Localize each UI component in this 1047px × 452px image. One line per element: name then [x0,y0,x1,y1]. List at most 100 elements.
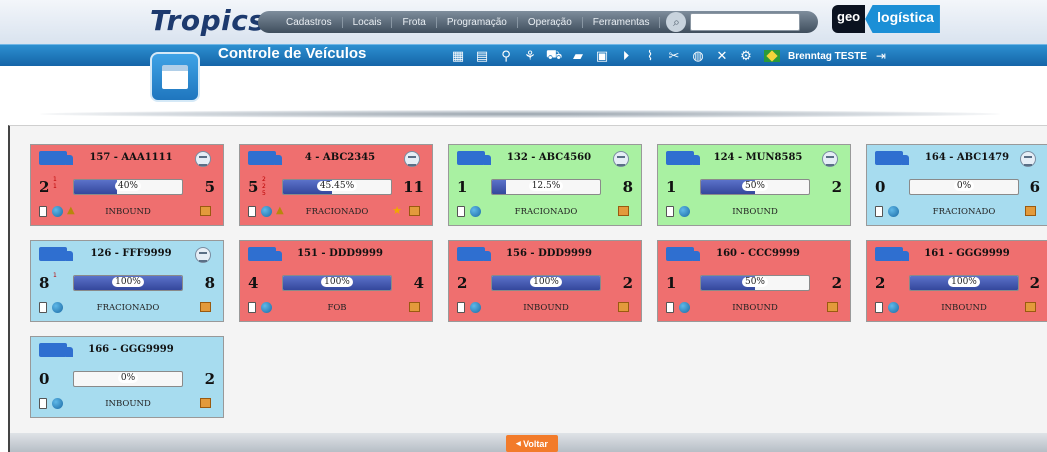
details-icon[interactable] [822,151,838,167]
back-label: Voltar [523,438,548,449]
globe-icon[interactable] [52,302,63,313]
clipboard-icon[interactable] [875,302,883,313]
globe-icon[interactable] [261,302,272,313]
capacity-count: 2 [1029,274,1040,292]
chart-icon[interactable]: ▦ [448,47,468,65]
vehicle-card[interactable]: 157 - AAA1111 2 1 1 40% 5 ▲ INBOUND [30,144,224,226]
star-icon[interactable]: ★ [392,204,402,217]
globe-icon[interactable] [52,206,63,217]
truck-icon [666,247,700,261]
vehicle-card[interactable]: 156 - DDD9999 2 100% 2 INBOUND [448,240,642,322]
box-icon[interactable] [200,302,211,312]
pin-icon[interactable]: ⚲ [496,47,516,65]
loaded-count: 2 [875,274,886,292]
folder-icon[interactable]: ▰ [568,47,588,65]
globe-icon[interactable] [888,206,899,217]
wrench-cross-icon[interactable]: ✕ [712,47,732,65]
box-icon[interactable] [1025,302,1036,312]
details-icon[interactable] [195,247,211,263]
user-name[interactable]: Brenntag TESTE [788,51,867,62]
loaded-count: 5 [248,178,259,196]
menu-item-cadastros[interactable]: Cadastros [276,16,343,28]
vehicle-card[interactable]: 132 - ABC4560 1 12.5% 8 FRACIONADO [448,144,642,226]
menu-item-locais[interactable]: Locais [343,16,393,28]
box-icon[interactable] [200,398,211,408]
logout-icon[interactable]: ⇥ [876,49,886,63]
clipboard-icon[interactable] [457,206,465,217]
search-icon[interactable]: ⌕ [666,12,687,32]
details-icon[interactable] [195,151,211,167]
vehicle-title: 161 - GGG9999 [924,248,1010,259]
details-icon[interactable] [1020,151,1036,167]
details-icon[interactable] [404,151,420,167]
menu-item-programacao[interactable]: Programação [437,16,518,28]
clipboard-icon[interactable] [457,302,465,313]
progress-label: 100% [948,277,980,287]
details-icon[interactable] [613,151,629,167]
globe-icon[interactable] [261,206,272,217]
play-icon[interactable]: ⏵ [616,47,636,65]
flow-icon[interactable]: ⌇ [640,47,660,65]
progress-bar: 100% [73,275,183,291]
menu-item-frota[interactable]: Frota [392,16,437,28]
back-button[interactable]: ◂ Voltar [506,435,558,452]
globe-icon[interactable] [888,302,899,313]
vehicle-card[interactable]: 164 - ABC1479 0 0% 6 FRACIONADO [866,144,1047,226]
globe-icon[interactable] [470,302,481,313]
globe-icon[interactable]: ◍ [688,47,708,65]
clipboard-icon[interactable] [666,206,674,217]
truck-icon [666,151,700,165]
progress-label: 50% [741,181,768,191]
clipboard-icon[interactable] [248,206,256,217]
capacity-count: 4 [413,274,424,292]
progress-bar: 0% [73,371,183,387]
grid-icon[interactable]: ▤ [472,47,492,65]
vehicle-card[interactable]: 166 - GGG9999 0 0% 2 INBOUND [30,336,224,418]
globe-icon[interactable] [679,206,690,217]
route-icon[interactable]: ⚘ [520,47,540,65]
tools-icon[interactable]: ✂ [664,47,684,65]
calendar-icon [150,52,200,102]
globe-icon[interactable] [679,302,690,313]
clipboard-icon[interactable] [875,206,883,217]
capacity-count: 5 [204,178,215,196]
clipboard-icon[interactable] [39,206,47,217]
vehicle-card[interactable]: 160 - CCC9999 1 50% 2 INBOUND [657,240,851,322]
search-input[interactable] [690,13,801,31]
vehicle-card[interactable]: 126 - FFF9999 8 1 100% 8 FRACIONADO [30,240,224,322]
progress-bar: 0% [909,179,1019,195]
vehicle-card[interactable]: 151 - DDD9999 4 100% 4 FOB [239,240,433,322]
brand-logo[interactable]: Tropics [150,4,265,37]
clipboard-icon[interactable] [39,398,47,409]
capacity-count: 6 [1029,178,1040,196]
vehicle-card[interactable]: 161 - GGG9999 2 100% 2 INBOUND [866,240,1047,322]
menu-item-operacao[interactable]: Operação [518,16,583,28]
settings-icon[interactable]: ⚙ [736,47,756,65]
box-icon[interactable] [409,206,420,216]
clipboard-icon[interactable] [666,302,674,313]
logo-geo-text: geo [832,5,866,33]
box-icon[interactable] [618,302,629,312]
document-icon[interactable]: ▣ [592,47,612,65]
divider [40,110,1000,118]
clipboard-icon[interactable] [39,302,47,313]
globe-icon[interactable] [470,206,481,217]
menu-item-ferramentas[interactable]: Ferramentas [583,16,661,28]
box-icon[interactable] [1025,206,1036,216]
clipboard-icon[interactable] [248,302,256,313]
truck-side-icon[interactable]: ⛟ [544,47,564,65]
vehicle-card[interactable]: 124 - MUN8585 1 50% 2 INBOUND [657,144,851,226]
progress-label: 100% [112,277,144,287]
truck-icon [875,247,909,261]
box-icon[interactable] [827,302,838,312]
brazil-flag-icon[interactable] [764,50,780,62]
box-icon[interactable] [409,302,420,312]
box-icon[interactable] [200,206,211,216]
box-icon[interactable] [618,206,629,216]
top-bar: Tropics Cadastros Locais Frota Programaç… [0,0,1047,44]
globe-icon[interactable] [52,398,63,409]
vehicle-card[interactable]: 4 - ABC2345 5 2 2 5 45.45% 11 ▲ FRACIONA… [239,144,433,226]
mini-counts: 1 [53,272,69,279]
truck-icon [248,151,282,165]
loaded-count: 2 [39,178,50,196]
